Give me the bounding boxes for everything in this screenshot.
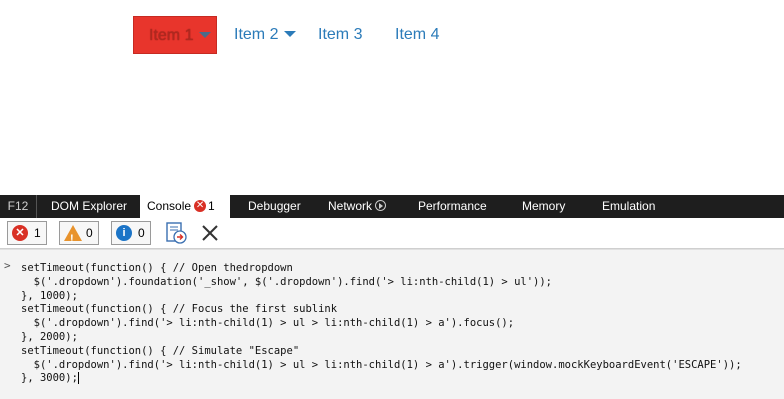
prompt-chevron-icon: > [4,259,11,272]
code-line: setTimeout(function() { // Focus the fir… [21,303,338,316]
nav-item-label: Item 3 [318,26,363,43]
console-error-count: 1 [208,199,215,213]
code-line: $('.dropdown').find('> li:nth-child(1) >… [21,317,515,330]
filter-info-button[interactable]: i 0 [111,221,151,245]
console-output[interactable]: > setTimeout(function() { // Open thedro… [0,249,784,399]
code-line: setTimeout(function() { // Open thedropd… [21,262,293,274]
filter-warnings-button[interactable]: ! 0 [59,221,99,245]
clear-on-navigate-icon[interactable] [164,221,188,245]
nav-item-2[interactable]: Item 2 [234,16,297,54]
warning-icon: ! [64,225,82,245]
info-count: 0 [138,226,145,240]
info-icon: i [116,225,132,241]
tab-emulation[interactable]: Emulation [602,195,655,218]
clear-console-icon[interactable] [199,222,221,244]
tab-performance[interactable]: Performance [418,195,487,218]
console-input[interactable]: setTimeout(function() { // Open thedropd… [21,262,742,386]
devtools-panel: F12 DOM Explorer Console ✕ 1 Debugger Netw… [0,195,784,399]
tab-memory[interactable]: Memory [522,195,565,218]
filter-errors-button[interactable]: ✕ 1 [7,221,47,245]
dropdown-menu: Item 1 Item 2 Item 3 Item 4 [0,0,784,195]
code-line-last: }, 3000); [21,372,742,386]
nav-item-label: Item 4 [395,26,440,43]
code-line: $('.dropdown').find('> li:nth-child(1) >… [21,358,742,371]
caret-down-icon [199,31,212,38]
tab-console[interactable]: Console ✕ 1 [140,195,230,218]
tab-console-label: Console [147,199,192,213]
tab-dom-explorer[interactable]: DOM Explorer [51,195,127,218]
record-play-icon [375,200,387,212]
errors-count: 1 [34,226,41,240]
devtools-tabbar: F12 DOM Explorer Console ✕ 1 Debugger Netw… [0,195,784,218]
code-line: }, 2000); [21,330,78,343]
caret-down-icon [284,30,297,37]
error-badge-icon: ✕ [194,199,207,212]
code-line: setTimeout(function() { // Simulate "Esc… [21,344,300,357]
text-cursor [77,372,79,385]
nav-item-3[interactable]: Item 3 [318,16,362,54]
error-icon: ✕ [12,225,28,241]
console-toolbar: ✕ 1 ! 0 i 0 [0,218,784,249]
tab-debugger[interactable]: Debugger [248,195,301,218]
nav-item-label: Item 2 [234,26,279,43]
nav-item-label: Item 1 [149,27,194,44]
nav-item-1[interactable]: Item 1 [133,16,217,54]
code-line: $('.dropdown').foundation('_show', $('.d… [21,275,553,288]
code-line: }, 1000); [21,289,78,302]
tab-network[interactable]: Network [328,195,387,218]
warnings-count: 0 [86,226,93,240]
code-line-text: }, 3000); [21,372,78,385]
f12-label: F12 [0,195,37,218]
tab-network-label: Network [328,199,373,213]
nav-item-4[interactable]: Item 4 [395,16,439,54]
